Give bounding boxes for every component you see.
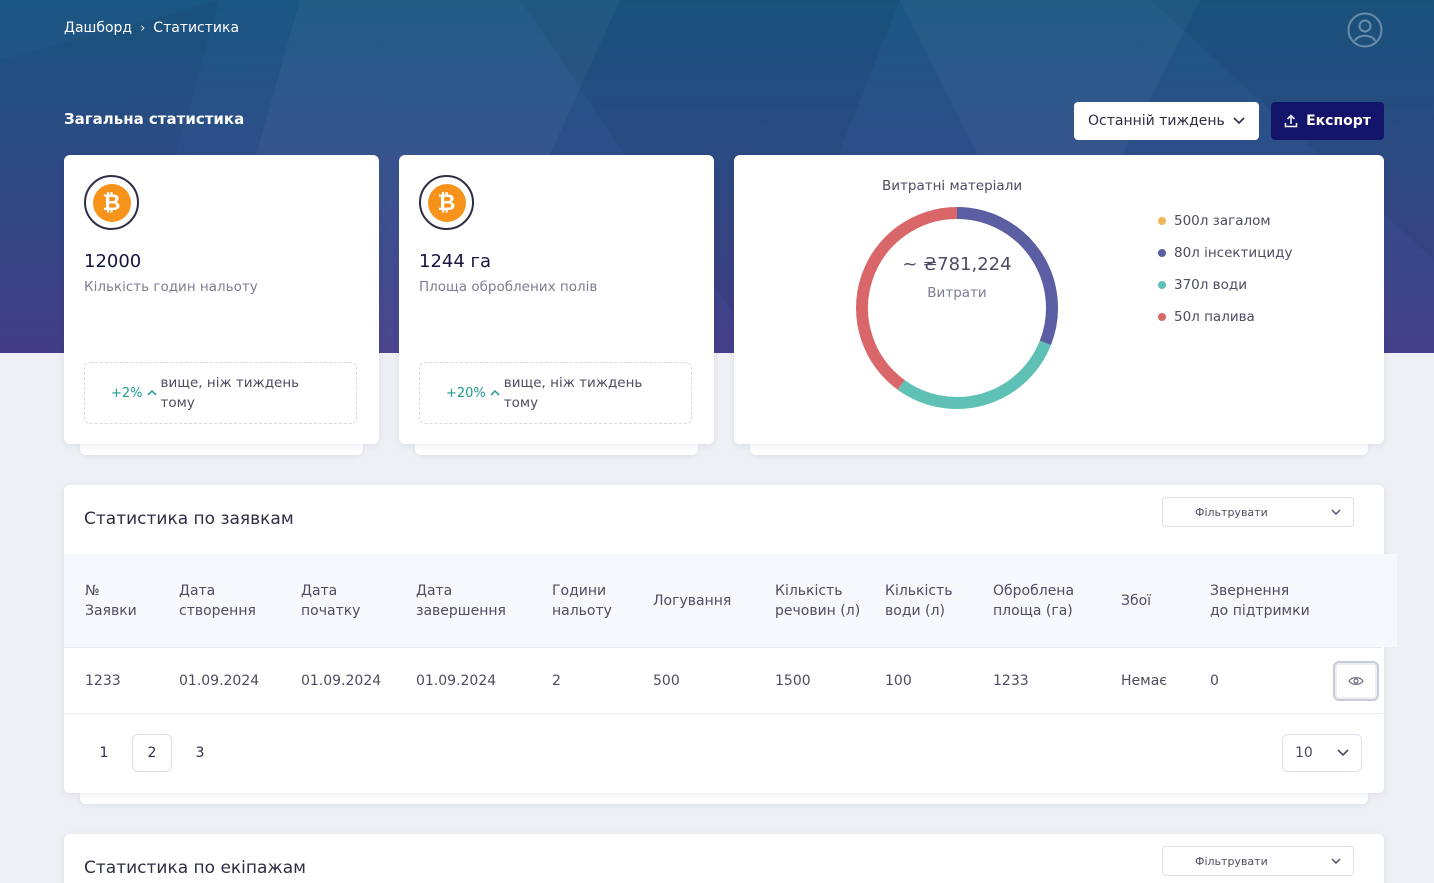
filter-label: Фільтрувати	[1195, 854, 1268, 868]
card-stack-shadow	[80, 443, 363, 455]
trend-text: вище, ніж тиждень тому	[160, 375, 300, 411]
donut-slice	[956, 207, 1058, 346]
panel-title: Статистика по екіпажам	[84, 858, 306, 878]
chart-title: Витратні матеріали	[882, 178, 1023, 194]
page-button-active[interactable]: 2	[132, 734, 172, 772]
table-cell: 2	[552, 673, 561, 689]
chart-legend: 500л загалом 80л інсектициду 370л води 50л …	[1158, 205, 1292, 333]
donut-total-label: Витрати	[927, 285, 986, 301]
table-cell: 0	[1210, 673, 1219, 689]
page-button[interactable]: 1	[84, 734, 124, 772]
table-cell: 01.09.2024	[416, 673, 497, 689]
column-header: Дата створення	[179, 582, 256, 619]
table-cell: 100	[885, 673, 912, 689]
table-header: № Заявки Дата створення Дата початку Дат…	[64, 554, 1397, 647]
legend-item: 80л інсектициду	[1158, 237, 1292, 269]
stat-label: Площа оброблених полів	[419, 279, 598, 295]
column-header: Оброблена площа (га)	[993, 582, 1075, 619]
card-stack-shadow	[80, 792, 1368, 804]
page-size-value: 10	[1295, 745, 1313, 761]
legend-item: 500л загалом	[1158, 205, 1292, 237]
pagination: 1 2 3	[84, 734, 220, 772]
legend-label: 370л води	[1174, 277, 1248, 293]
legend-dot	[1158, 249, 1166, 257]
bitcoin-icon: ₿	[84, 175, 139, 230]
chevron-up-icon	[490, 389, 500, 396]
column-header: № Заявки	[85, 582, 137, 619]
card-stack-shadow	[415, 443, 698, 455]
column-header: Збої	[1121, 592, 1152, 609]
panel-title: Статистика по заявкам	[84, 509, 294, 529]
chevron-right-icon: ›	[140, 20, 146, 36]
trend-percent: +2%	[111, 385, 143, 401]
user-avatar-icon[interactable]	[1347, 12, 1383, 48]
trend-box: +2% вище, ніж тиждень тому	[84, 362, 357, 424]
chevron-down-icon	[1337, 749, 1349, 757]
breadcrumb: Дашборд › Статистика	[64, 20, 239, 36]
page-title: Загальна статистика	[64, 110, 245, 128]
trend-percent: +20%	[446, 385, 486, 401]
column-header: Кількість води (л)	[885, 582, 953, 619]
legend-label: 50л палива	[1174, 309, 1255, 325]
table-cell: 01.09.2024	[179, 673, 260, 689]
table-cell: 500	[653, 673, 680, 689]
export-button[interactable]: Експорт	[1271, 102, 1384, 140]
view-button[interactable]	[1333, 661, 1379, 701]
filter-dropdown[interactable]: Фільтрувати	[1162, 846, 1354, 876]
stat-label: Кількість годин нальоту	[84, 279, 258, 295]
export-label: Експорт	[1306, 113, 1371, 129]
column-header: Години нальоту	[552, 582, 612, 619]
stat-card-field-area: ₿ 1244 га Площа оброблених полів +20% ви…	[399, 155, 714, 444]
breadcrumb-home[interactable]: Дашборд	[64, 20, 132, 36]
table-cell: 1233	[85, 673, 121, 689]
legend-dot	[1158, 313, 1166, 321]
page-size-select[interactable]: 10	[1282, 734, 1362, 772]
legend-label: 80л інсектициду	[1174, 245, 1293, 261]
legend-item: 370л води	[1158, 269, 1292, 301]
bitcoin-icon: ₿	[419, 175, 474, 230]
eye-icon	[1348, 677, 1364, 685]
period-value: Останній тиждень	[1088, 113, 1225, 129]
requests-panel: Статистика по заявкам Фільтрувати № Заяв…	[64, 485, 1397, 793]
column-header: Дата початку	[301, 582, 361, 619]
table-cell: 1233	[993, 673, 1029, 689]
column-header: Логування	[653, 592, 732, 609]
stat-value: 12000	[84, 251, 142, 272]
card-stack-shadow	[750, 443, 1368, 455]
stat-card-flight-hours: ₿ 12000 Кількість годин нальоту +2% вище…	[64, 155, 379, 444]
legend-dot	[1158, 281, 1166, 289]
table-cell: 01.09.2024	[301, 673, 382, 689]
chevron-down-icon	[1331, 858, 1341, 864]
column-header: Звернення до підтримки	[1210, 582, 1310, 619]
page-button[interactable]: 3	[180, 734, 220, 772]
column-header: Кількість речовин (л)	[775, 582, 861, 619]
consumables-card: Витратні матеріали ~ ₴781,224 Витрати 50…	[734, 155, 1384, 444]
trend-box: +20% вище, ніж тиждень тому	[419, 362, 692, 424]
chevron-up-icon	[147, 389, 157, 396]
legend-dot	[1158, 217, 1166, 225]
legend-item: 50л палива	[1158, 301, 1292, 333]
filter-label: Фільтрувати	[1195, 505, 1268, 519]
table-row: 1233 01.09.2024 01.09.2024 01.09.2024 2 …	[64, 647, 1382, 714]
chevron-down-icon	[1233, 117, 1245, 125]
donut-slice	[897, 340, 1051, 409]
period-select[interactable]: Останній тиждень	[1074, 102, 1259, 140]
filter-dropdown[interactable]: Фільтрувати	[1162, 497, 1354, 527]
donut-total: ~ ₴781,224	[902, 254, 1011, 275]
trend-text: вище, ніж тиждень тому	[503, 375, 643, 411]
consumables-donut-chart: ~ ₴781,224 Витрати	[856, 207, 1058, 409]
table-cell: Немає	[1121, 673, 1167, 689]
crews-panel: Статистика по екіпажам Фільтрувати	[64, 834, 1384, 883]
legend-label: 500л загалом	[1174, 213, 1271, 229]
table-cell: 1500	[775, 673, 811, 689]
stat-value: 1244 га	[419, 251, 492, 272]
chevron-down-icon	[1331, 509, 1341, 515]
breadcrumb-current: Статистика	[153, 20, 240, 36]
upload-icon	[1284, 114, 1298, 128]
column-header: Дата завершення	[416, 582, 506, 619]
